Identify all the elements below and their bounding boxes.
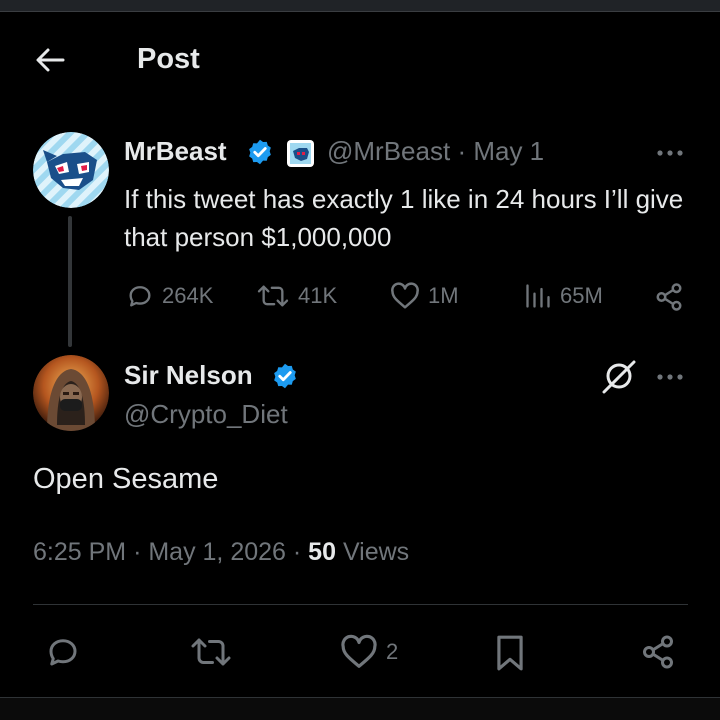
views-label: Views: [342, 538, 410, 566]
verified-badge-icon: [274, 363, 296, 389]
like-count: 2: [386, 639, 399, 664]
repost-icon: [257, 285, 289, 307]
views-button[interactable]: 65M: [524, 282, 603, 310]
arrow-left-icon: [36, 48, 65, 72]
separator: ·: [292, 538, 302, 566]
author-handle[interactable]: @MrBeast · May 1: [327, 136, 544, 167]
reply-count: 264K: [162, 283, 214, 308]
post-date[interactable]: May 1: [473, 136, 544, 166]
author-handle-text: @MrBeast: [327, 136, 451, 166]
bookmark-icon: [497, 635, 523, 671]
author-name[interactable]: MrBeast: [124, 136, 227, 167]
post-meta: 6:25 PM · May 1, 2026 · 50 Views: [33, 538, 409, 567]
back-button[interactable]: [30, 42, 70, 78]
like-count: 1M: [428, 283, 459, 308]
post-header: Post: [0, 30, 720, 90]
share-button[interactable]: [654, 282, 684, 312]
reply-text: Open Sesame: [33, 463, 219, 495]
repost-icon: [191, 638, 231, 666]
like-action-button[interactable]: 2: [340, 634, 398, 670]
divider: [33, 604, 688, 605]
reply-button[interactable]: 264K: [126, 282, 213, 310]
post-text: If this tweet has exactly 1 like in 24 h…: [124, 184, 684, 252]
post-time[interactable]: 6:25 PM: [33, 538, 126, 566]
affiliate-badge-icon: [287, 140, 314, 167]
views-count: 65M: [560, 283, 603, 308]
sir-nelson-avatar[interactable]: [33, 355, 109, 431]
reply-icon: [129, 286, 151, 307]
thread-line: [68, 216, 72, 347]
share-action-button[interactable]: [640, 634, 676, 670]
grok-icon: [602, 360, 636, 394]
page-title: Post: [137, 43, 200, 75]
heart-icon: [341, 634, 377, 668]
mrbeast-avatar[interactable]: [33, 132, 109, 208]
grok-button[interactable]: [600, 358, 640, 394]
verified-badge-icon: [249, 139, 271, 165]
separator: ·: [457, 136, 467, 166]
window-top-bar: [0, 0, 720, 12]
repost-count: 41K: [298, 283, 338, 308]
repost-action-button[interactable]: [190, 634, 232, 670]
views-count: 50: [308, 538, 336, 566]
reply-more-options-button[interactable]: [655, 362, 685, 388]
views-bar-icon: [526, 284, 550, 308]
repost-button[interactable]: 41K: [256, 282, 337, 310]
reply-author-handle[interactable]: @Crypto_Diet: [124, 399, 288, 430]
more-horizontal-icon: [657, 150, 683, 156]
more-options-button[interactable]: [655, 138, 685, 164]
hooded-figure-avatar-icon: [33, 355, 109, 431]
mrbeast-logo-icon: [33, 132, 109, 208]
share-icon: [656, 283, 682, 311]
heart-icon: [391, 282, 419, 309]
reply-icon: [49, 639, 77, 666]
reply-action-button[interactable]: [45, 634, 81, 670]
share-icon: [643, 635, 673, 669]
bookmark-button[interactable]: [494, 634, 526, 672]
separator: ·: [133, 538, 142, 566]
reply-author-name[interactable]: Sir Nelson: [124, 360, 253, 391]
more-horizontal-icon: [657, 374, 683, 380]
bottom-strip: [0, 698, 720, 720]
like-button[interactable]: 1M: [390, 282, 459, 310]
post-full-date[interactable]: May 1, 2026: [148, 538, 286, 566]
